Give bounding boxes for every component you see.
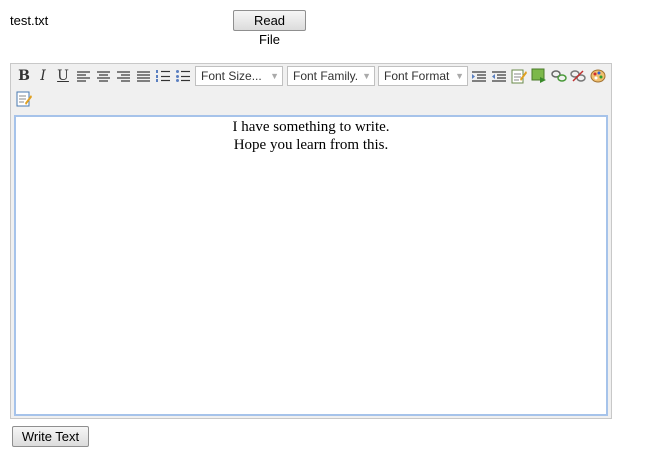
chevron-down-icon: ▼ xyxy=(270,71,279,81)
text-color-button[interactable] xyxy=(589,67,607,85)
rich-text-editor: B I U Font Size... ▼ Font Family. ▼ Font… xyxy=(10,63,612,419)
editor-toolbar: B I U Font Size... ▼ Font Family. ▼ Font… xyxy=(11,64,611,112)
justify-button[interactable] xyxy=(134,67,152,85)
align-left-icon xyxy=(76,70,90,82)
outdent-icon xyxy=(492,70,506,82)
indent-icon xyxy=(472,70,486,82)
read-file-button[interactable]: Read File xyxy=(233,10,306,47)
editor-content-area[interactable]: I have something to write. Hope you lear… xyxy=(14,115,608,416)
insert-image-button[interactable] xyxy=(530,67,548,85)
insert-link-button[interactable] xyxy=(550,67,568,85)
outdent-button[interactable] xyxy=(490,67,508,85)
unlink-icon xyxy=(570,70,586,82)
html-source-icon xyxy=(16,91,32,107)
font-family-select[interactable]: Font Family. ▼ xyxy=(287,66,375,86)
font-size-select[interactable]: Font Size... ▼ xyxy=(195,66,283,86)
italic-button[interactable]: I xyxy=(34,67,52,85)
unordered-list-button[interactable] xyxy=(174,67,192,85)
chevron-down-icon: ▼ xyxy=(362,71,371,81)
font-size-select-value: Font Size... xyxy=(201,69,262,83)
unordered-list-icon xyxy=(176,70,190,82)
align-justify-icon xyxy=(136,70,150,82)
chevron-down-icon: ▼ xyxy=(455,71,464,81)
link-icon xyxy=(551,70,567,82)
edit-document-icon xyxy=(511,69,527,84)
edit-html-button[interactable] xyxy=(510,67,528,85)
bold-button[interactable]: B xyxy=(15,67,33,85)
align-right-icon xyxy=(116,70,130,82)
file-name-label: test.txt xyxy=(10,13,49,28)
write-text-button[interactable]: Write Text xyxy=(12,426,89,447)
indent-button[interactable] xyxy=(470,67,488,85)
align-center-button[interactable] xyxy=(94,67,112,85)
html-source-button[interactable] xyxy=(15,90,33,108)
align-center-icon xyxy=(96,70,110,82)
unlink-button[interactable] xyxy=(569,67,587,85)
align-left-button[interactable] xyxy=(74,67,92,85)
font-format-select-value: Font Format xyxy=(384,69,450,83)
font-family-select-value: Font Family. xyxy=(293,69,359,83)
align-right-button[interactable] xyxy=(114,67,132,85)
font-format-select[interactable]: Font Format ▼ xyxy=(378,66,468,86)
insert-image-icon xyxy=(531,68,546,83)
ordered-list-icon xyxy=(156,70,170,82)
color-palette-icon xyxy=(590,69,606,83)
ordered-list-button[interactable] xyxy=(154,67,172,85)
underline-button[interactable]: U xyxy=(54,67,72,85)
editor-text-line: I have something to write. xyxy=(232,119,390,135)
editor-text-line: Hope you learn from this. xyxy=(233,137,389,153)
